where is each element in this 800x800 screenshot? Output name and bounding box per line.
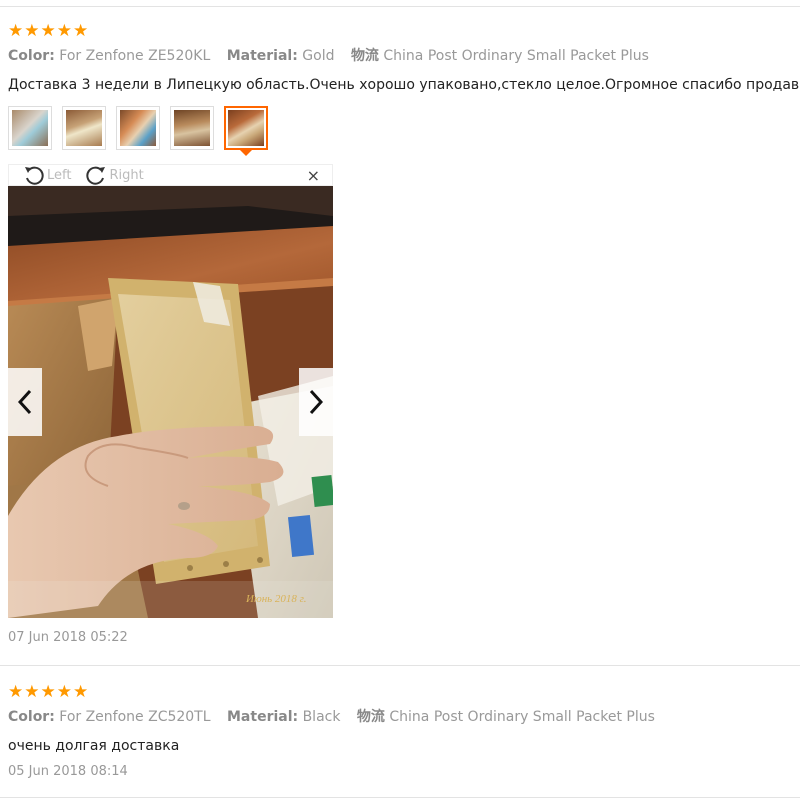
selected-caret-icon <box>240 150 252 156</box>
close-icon[interactable]: × <box>307 167 320 185</box>
color-label: Color: <box>8 709 55 725</box>
photo-watermark: Июнь 2018 г. <box>245 593 307 605</box>
review-text: Доставка 3 недели в Липецкую область.Оче… <box>8 77 800 93</box>
material-value: Gold <box>302 48 335 64</box>
thumbnail-image <box>66 110 102 146</box>
material-value: Black <box>302 709 341 725</box>
photo-illustration: Июнь 2018 г. <box>8 186 333 618</box>
star-icon: ★ <box>8 682 24 702</box>
star-icon: ★ <box>56 682 72 702</box>
previous-photo-button[interactable] <box>8 368 42 436</box>
photo-thumbnail[interactable] <box>170 106 214 150</box>
review-text: очень долгая доставка <box>8 738 180 754</box>
star-rating: ★ ★ ★ ★ ★ <box>8 683 800 701</box>
photo-viewer: Left Right × Июнь 2018 г. <box>8 164 333 618</box>
star-icon: ★ <box>73 21 89 41</box>
photo-thumbnail-selected[interactable] <box>224 106 268 156</box>
photo-thumbnail[interactable] <box>8 106 52 150</box>
thumbnail-image <box>120 110 156 146</box>
rotate-left-icon <box>25 166 44 185</box>
photo-thumbnail[interactable] <box>116 106 160 150</box>
material-label: Material: <box>226 48 298 64</box>
rotate-right-label: Right <box>109 167 144 183</box>
review-date: 07 Jun 2018 05:22 <box>8 630 128 645</box>
material-label: Material: <box>227 709 299 725</box>
shipping-label: 物流 <box>350 48 379 64</box>
review-item: ★ ★ ★ ★ ★ <box>8 683 800 701</box>
star-rating: ★ ★ ★ ★ ★ <box>8 22 800 40</box>
top-divider <box>0 6 800 7</box>
star-icon: ★ <box>56 21 72 41</box>
thumbnail-image <box>228 110 264 146</box>
thumbnail-image <box>174 110 210 146</box>
photo-thumbnail[interactable] <box>62 106 106 150</box>
thumbnail-image <box>12 110 48 146</box>
bottom-divider <box>0 797 800 798</box>
shipping-value: China Post Ordinary Small Packet Plus <box>389 709 655 725</box>
review-attributes: Color: For Zenfone ZE520KL Material: Gol… <box>8 47 661 65</box>
chevron-right-icon <box>309 389 323 415</box>
review-item: ★ ★ ★ ★ ★ <box>8 22 800 40</box>
shipping-label: 物流 <box>356 709 385 725</box>
star-icon: ★ <box>40 21 56 41</box>
color-value: For Zenfone ZC520TL <box>59 709 211 725</box>
star-icon: ★ <box>8 21 24 41</box>
color-value: For Zenfone ZE520KL <box>59 48 211 64</box>
review-divider <box>0 665 800 666</box>
color-label: Color: <box>8 48 55 64</box>
star-icon: ★ <box>40 682 56 702</box>
review-photo: Июнь 2018 г. <box>8 186 333 618</box>
chevron-left-icon <box>18 389 32 415</box>
viewer-toolbar: Left Right × <box>8 164 333 186</box>
shipping-value: China Post Ordinary Small Packet Plus <box>383 48 649 64</box>
rotate-right-button[interactable]: Right <box>85 165 144 185</box>
photo-thumbnails <box>8 106 268 156</box>
star-icon: ★ <box>24 682 40 702</box>
star-icon: ★ <box>24 21 40 41</box>
rotate-left-button[interactable]: Left <box>23 165 71 185</box>
star-icon: ★ <box>73 682 89 702</box>
review-attributes: Color: For Zenfone ZC520TL Material: Bla… <box>8 708 667 726</box>
review-date: 05 Jun 2018 08:14 <box>8 764 128 779</box>
rotate-right-icon <box>86 166 106 185</box>
next-photo-button[interactable] <box>299 368 333 436</box>
rotate-left-label: Left <box>47 167 72 183</box>
